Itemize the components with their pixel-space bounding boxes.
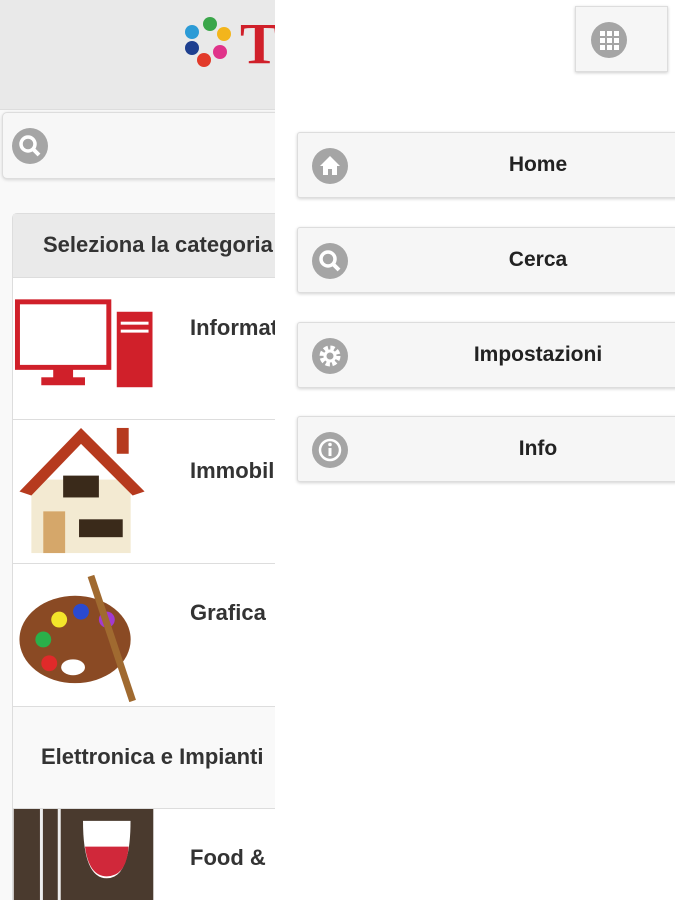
menu-home-button[interactable]: Home: [297, 132, 675, 198]
menu-label: Impostazioni: [473, 343, 603, 366]
item-label: Informatica: [190, 315, 275, 340]
list-item[interactable]: Elettronica e Impianti: [13, 707, 275, 809]
computer-image: [13, 278, 154, 419]
header: T: [0, 0, 275, 110]
item-label: Grafica: [190, 600, 266, 625]
house-image: [13, 420, 154, 563]
list-heading: Seleziona la categoria: [13, 214, 275, 278]
item-label: Food &: [190, 845, 266, 870]
menu-search-button[interactable]: Cerca: [297, 227, 675, 293]
menu-label: Cerca: [508, 248, 568, 271]
grid-icon: [591, 22, 627, 58]
category-list: Seleziona la categoria Informatica Immob…: [12, 213, 275, 900]
grid-menu-button[interactable]: [575, 6, 668, 72]
list-item[interactable]: Immobiliare: [13, 420, 275, 564]
menu-label: Info: [518, 437, 558, 460]
list-item[interactable]: Grafica: [13, 564, 275, 707]
search-icon: [12, 128, 48, 164]
menu-info-button[interactable]: Info: [297, 416, 675, 482]
search-input[interactable]: [2, 112, 275, 179]
main-page: T Seleziona la categoria Informatica Imm…: [0, 0, 275, 900]
list-item[interactable]: Food &: [13, 809, 275, 900]
menu-label: Home: [508, 153, 568, 176]
list-item[interactable]: Informatica: [13, 278, 275, 420]
menu-settings-button[interactable]: Impostazioni: [297, 322, 675, 388]
palette-image: [13, 564, 154, 706]
item-label: Immobiliare: [190, 458, 275, 483]
food-wine-image: [13, 809, 154, 900]
logo-text: T: [240, 11, 275, 76]
side-panel: Home Cerca Impostazioni Info: [275, 0, 675, 900]
item-label: Elettronica e Impianti: [41, 744, 264, 769]
